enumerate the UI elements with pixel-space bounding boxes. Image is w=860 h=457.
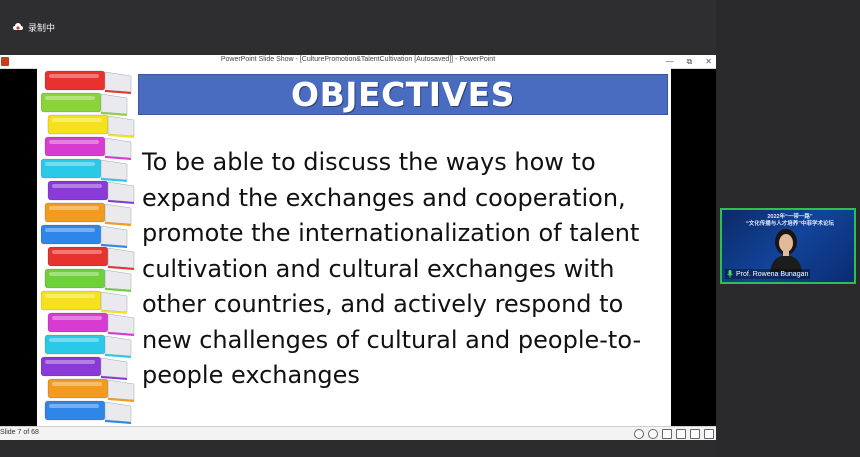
body-line: To be able to discuss the ways how to	[142, 148, 596, 176]
book	[44, 268, 132, 292]
participant-name: Prof. Rowena Bunagan	[736, 270, 809, 278]
book	[41, 356, 128, 380]
participant-video-tile[interactable]: 2022年“一带一路” “文化传播与人才培养”中菲学术论坛 Prof. Rowe…	[720, 208, 856, 284]
book	[47, 114, 135, 138]
book	[44, 202, 132, 226]
slide-sorter-button[interactable]	[676, 429, 686, 439]
book	[47, 312, 135, 336]
slide-canvas: OBJECTIVES To be able to discuss the way…	[37, 67, 671, 427]
next-slide-button[interactable]	[648, 429, 658, 439]
minimize-button[interactable]: —	[666, 57, 674, 66]
book	[44, 334, 132, 358]
body-line: cultivation and cultural exchanges with	[142, 254, 615, 283]
restore-button[interactable]: ⧉	[687, 57, 693, 67]
book	[41, 92, 128, 116]
banner-line-1: 2022年“一带一路”	[767, 214, 813, 220]
cloud-record-icon	[13, 23, 23, 31]
window-title: PowerPoint Slide Show - [CulturePromotio…	[220, 56, 496, 63]
close-button[interactable]: ✕	[705, 57, 712, 66]
book	[41, 224, 128, 248]
body-line: expand the exchanges and cooperation,	[142, 183, 626, 212]
slideshow-view-button[interactable]	[704, 429, 714, 439]
recording-indicator[interactable]: 录制中	[13, 20, 55, 34]
body-line: people exchanges	[142, 361, 360, 389]
previous-slide-button[interactable]	[634, 429, 644, 439]
meeting-top-bar: 录制中	[0, 0, 716, 55]
slide-heading: OBJECTIVES	[291, 75, 515, 114]
powerpoint-window: PowerPoint Slide Show - [CulturePromotio…	[0, 55, 716, 441]
slide-counter: Slide 7 of 68	[0, 429, 39, 436]
slide-body-text: To be able to discuss the ways how to ex…	[142, 145, 662, 394]
participant-avatar	[770, 229, 802, 272]
book	[41, 290, 128, 314]
book-stack-image	[41, 70, 135, 424]
heading-banner: OBJECTIVES	[138, 74, 668, 115]
recording-label: 录制中	[28, 22, 56, 33]
book	[44, 400, 132, 424]
book	[47, 246, 135, 270]
normal-view-button[interactable]	[662, 429, 672, 439]
book	[47, 180, 135, 204]
book	[44, 136, 132, 160]
book	[44, 70, 132, 94]
book	[41, 158, 128, 182]
slideshow-status-bar: Slide 7 of 68	[0, 426, 716, 441]
meeting-bottom-area	[0, 440, 716, 457]
reading-view-button[interactable]	[690, 429, 700, 439]
book	[47, 378, 135, 402]
body-line: new challenges of cultural and people-to…	[142, 325, 642, 354]
body-line: promote the internationalization of tale…	[142, 219, 640, 247]
microphone-icon	[727, 270, 733, 278]
body-line: other countries, and actively respond to	[142, 290, 624, 318]
